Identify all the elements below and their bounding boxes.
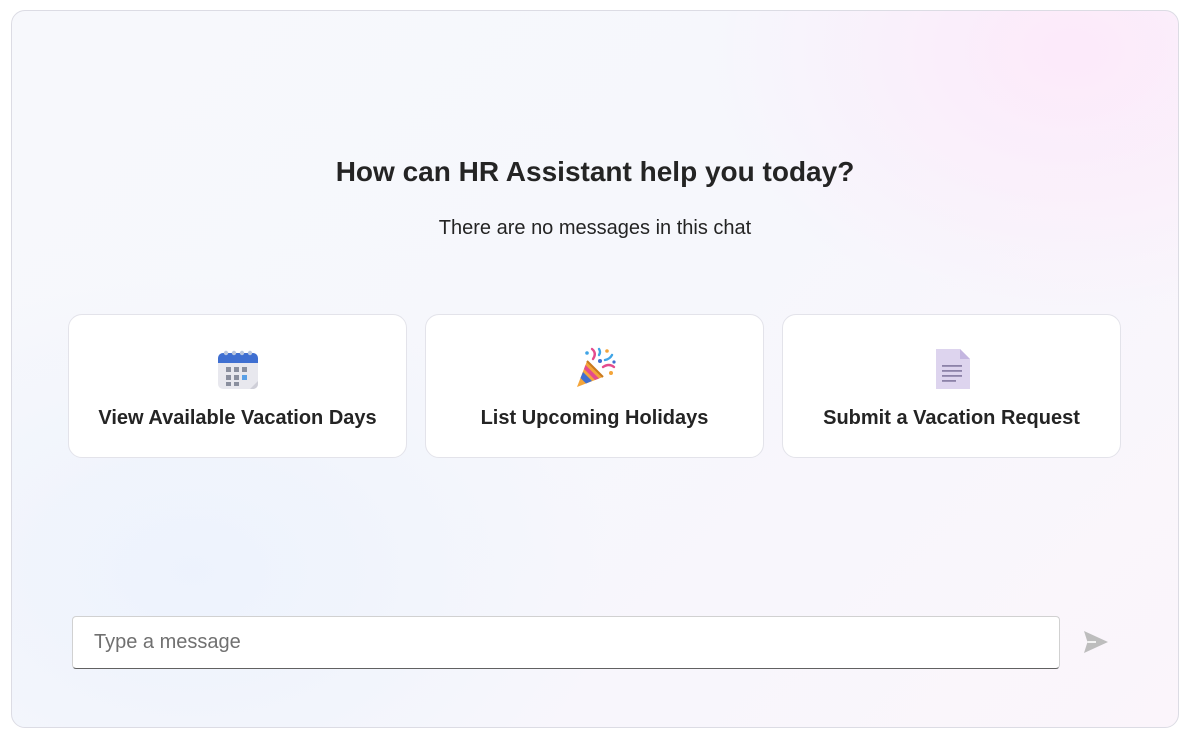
suggestion-card-vacation-request[interactable]: Submit a Vacation Request bbox=[782, 314, 1121, 458]
send-icon bbox=[1082, 628, 1110, 659]
send-button[interactable] bbox=[1080, 627, 1112, 659]
document-icon bbox=[930, 347, 974, 391]
empty-chat-message: There are no messages in this chat bbox=[438, 217, 752, 239]
suggestion-label: List Upcoming Holidays bbox=[480, 407, 709, 429]
suggestion-cards: View Available Vacation Days List Upcomi… bbox=[68, 314, 1121, 458]
calendar-icon bbox=[216, 347, 260, 391]
suggestion-card-vacation-days[interactable]: View Available Vacation Days bbox=[68, 314, 407, 458]
message-input[interactable] bbox=[73, 617, 1059, 668]
message-composer bbox=[72, 616, 1060, 669]
welcome-title: How can HR Assistant help you today? bbox=[335, 156, 855, 187]
party-popper-icon bbox=[573, 347, 617, 391]
suggestion-card-upcoming-holidays[interactable]: List Upcoming Holidays bbox=[425, 314, 764, 458]
suggestion-label: Submit a Vacation Request bbox=[823, 407, 1080, 429]
suggestion-label: View Available Vacation Days bbox=[98, 407, 377, 429]
chat-window: How can HR Assistant help you today? The… bbox=[11, 10, 1179, 728]
